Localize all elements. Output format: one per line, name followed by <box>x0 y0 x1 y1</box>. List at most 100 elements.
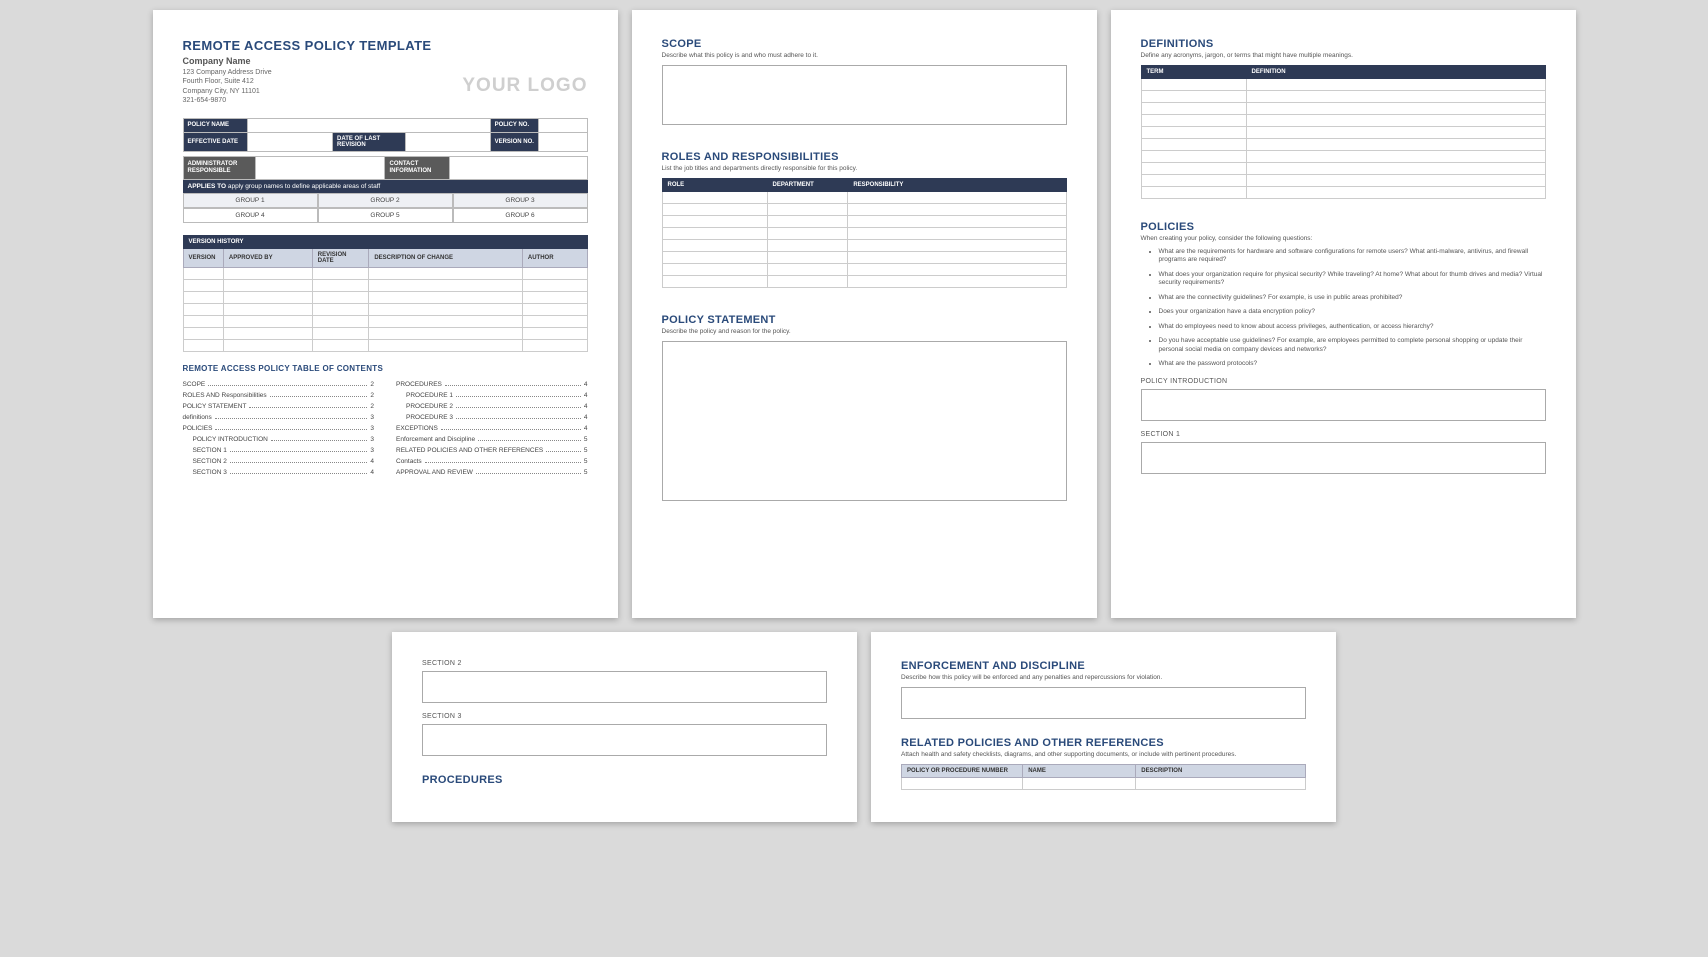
toc-page: 3 <box>370 436 374 443</box>
toc-page: 5 <box>584 458 588 465</box>
group-cell[interactable]: GROUP 1 <box>183 193 318 208</box>
toc-page: 2 <box>370 392 374 399</box>
table-row[interactable] <box>1141 175 1545 187</box>
table-row[interactable] <box>183 292 587 304</box>
toc-label: PROCEDURE 3 <box>396 414 453 421</box>
toc-label: APPROVAL AND REVIEW <box>396 469 473 476</box>
roles-subtext: List the job titles and departments dire… <box>662 165 1067 172</box>
toc-label: POLICIES <box>183 425 213 432</box>
table-row[interactable] <box>1141 103 1545 115</box>
group-cell[interactable]: GROUP 3 <box>453 193 588 208</box>
toc-dots <box>270 393 368 397</box>
toc-dots <box>476 470 581 474</box>
toc-page: 5 <box>584 447 588 454</box>
toc-dots <box>215 426 367 430</box>
toc-col-left: SCOPE2ROLES AND Responsibilities2POLICY … <box>183 381 375 480</box>
definitions-subtext: Define any acronyms, jargon, or terms th… <box>1141 52 1546 59</box>
meta-version-no-value[interactable] <box>539 132 587 151</box>
table-row[interactable] <box>183 268 587 280</box>
table-row[interactable] <box>1141 187 1545 199</box>
meta-policy-no-label: POLICY NO. <box>490 118 538 132</box>
logo-placeholder: YOUR LOGO <box>462 75 587 97</box>
section1-textbox[interactable] <box>1141 442 1546 474</box>
toc-label: SECTION 1 <box>183 447 227 454</box>
policy-intro-textbox[interactable] <box>1141 389 1546 421</box>
table-row[interactable] <box>1141 115 1545 127</box>
policy-bullet: What are the requirements for hardware a… <box>1159 248 1546 265</box>
section3-heading: SECTION 3 <box>422 713 827 720</box>
company-name: Company Name <box>183 56 588 66</box>
contact-info-value[interactable] <box>450 156 587 179</box>
table-row[interactable] <box>1141 127 1545 139</box>
group-cell[interactable]: GROUP 5 <box>318 208 453 223</box>
toc-dots <box>441 426 581 430</box>
meta-policy-no-value[interactable] <box>539 118 587 132</box>
policy-bullet: What do employees need to know about acc… <box>1159 323 1546 331</box>
toc-col-right: PROCEDURES4PROCEDURE 14PROCEDURE 24PROCE… <box>396 381 588 480</box>
table-row[interactable] <box>662 204 1066 216</box>
group-cell[interactable]: GROUP 6 <box>453 208 588 223</box>
table-row[interactable] <box>1141 151 1545 163</box>
applies-to-label: APPLIES TO <box>188 183 227 190</box>
toc-label: SCOPE <box>183 381 206 388</box>
policy-intro-heading: POLICY INTRODUCTION <box>1141 378 1546 385</box>
table-row[interactable] <box>662 216 1066 228</box>
meta-policy-name-value[interactable] <box>248 118 490 132</box>
policy-statement-textbox[interactable] <box>662 341 1067 501</box>
toc-line: PROCEDURE 3 4 <box>396 414 588 421</box>
table-row[interactable] <box>183 340 587 352</box>
table-row[interactable] <box>183 304 587 316</box>
page-3: DEFINITIONS Define any acronyms, jargon,… <box>1111 10 1576 618</box>
toc-line: PROCEDURE 14 <box>396 392 588 399</box>
table-row[interactable] <box>183 280 587 292</box>
toc-label: POLICY STATEMENT <box>183 403 247 410</box>
table-row[interactable] <box>1141 139 1545 151</box>
table-row[interactable] <box>1141 79 1545 91</box>
scope-textbox[interactable] <box>662 65 1067 125</box>
table-row[interactable] <box>183 328 587 340</box>
toc-dots <box>445 382 581 386</box>
toc-dots <box>215 415 368 419</box>
meta-effective-date-value[interactable] <box>248 132 333 151</box>
admin-resp-value[interactable] <box>256 156 385 179</box>
group-cell[interactable]: GROUP 2 <box>318 193 453 208</box>
table-row[interactable] <box>662 252 1066 264</box>
toc-label: Enforcement and Discipline <box>396 436 475 443</box>
vh-col-author: AUTHOR <box>522 249 587 268</box>
scope-subtext: Describe what this policy is and who mus… <box>662 52 1067 59</box>
toc-line: definitions3 <box>183 414 375 421</box>
applies-to-text: apply group names to define applicable a… <box>228 183 380 190</box>
table-row[interactable] <box>662 192 1066 204</box>
section2-textbox[interactable] <box>422 671 827 703</box>
meta-policy-name-label: POLICY NAME <box>183 118 248 132</box>
table-row[interactable] <box>902 778 1306 790</box>
vh-col-revdate: REVISION DATE <box>312 249 369 268</box>
toc-line: SECTION 13 <box>183 447 375 454</box>
table-row[interactable] <box>183 316 587 328</box>
policies-bullet-list: What are the requirements for hardware a… <box>1141 248 1546 368</box>
admin-resp-label: ADMINISTRATOR RESPONSIBLE <box>183 156 256 179</box>
table-row[interactable] <box>662 228 1066 240</box>
page-1: REMOTE ACCESS POLICY TEMPLATE Company Na… <box>153 10 618 618</box>
table-row[interactable] <box>1141 91 1545 103</box>
group-cell[interactable]: GROUP 4 <box>183 208 318 223</box>
table-row[interactable] <box>662 240 1066 252</box>
toc-line: POLICIES 3 <box>183 425 375 432</box>
meta-effective-date-label: EFFECTIVE DATE <box>183 132 248 151</box>
table-row[interactable] <box>662 264 1066 276</box>
version-history-table: VERSION HISTORY VERSION APPROVED BY REVI… <box>183 235 588 352</box>
meta-last-rev-value[interactable] <box>405 132 490 151</box>
section3-textbox[interactable] <box>422 724 827 756</box>
vh-col-version: VERSION <box>183 249 223 268</box>
toc-page: 3 <box>370 425 374 432</box>
toc-line: PROCEDURES4 <box>396 381 588 388</box>
table-row[interactable] <box>662 276 1066 288</box>
toc-line: SECTION 34 <box>183 469 375 476</box>
toc-page: 4 <box>584 414 588 421</box>
table-row[interactable] <box>1141 163 1545 175</box>
enforcement-textbox[interactable] <box>901 687 1306 719</box>
roles-heading: ROLES AND RESPONSIBILITIES <box>662 151 1067 163</box>
roles-col-resp: RESPONSIBILITY <box>848 179 1066 192</box>
related-heading: RELATED POLICIES AND OTHER REFERENCES <box>901 737 1306 749</box>
enforcement-heading: ENFORCEMENT AND DISCIPLINE <box>901 660 1306 672</box>
